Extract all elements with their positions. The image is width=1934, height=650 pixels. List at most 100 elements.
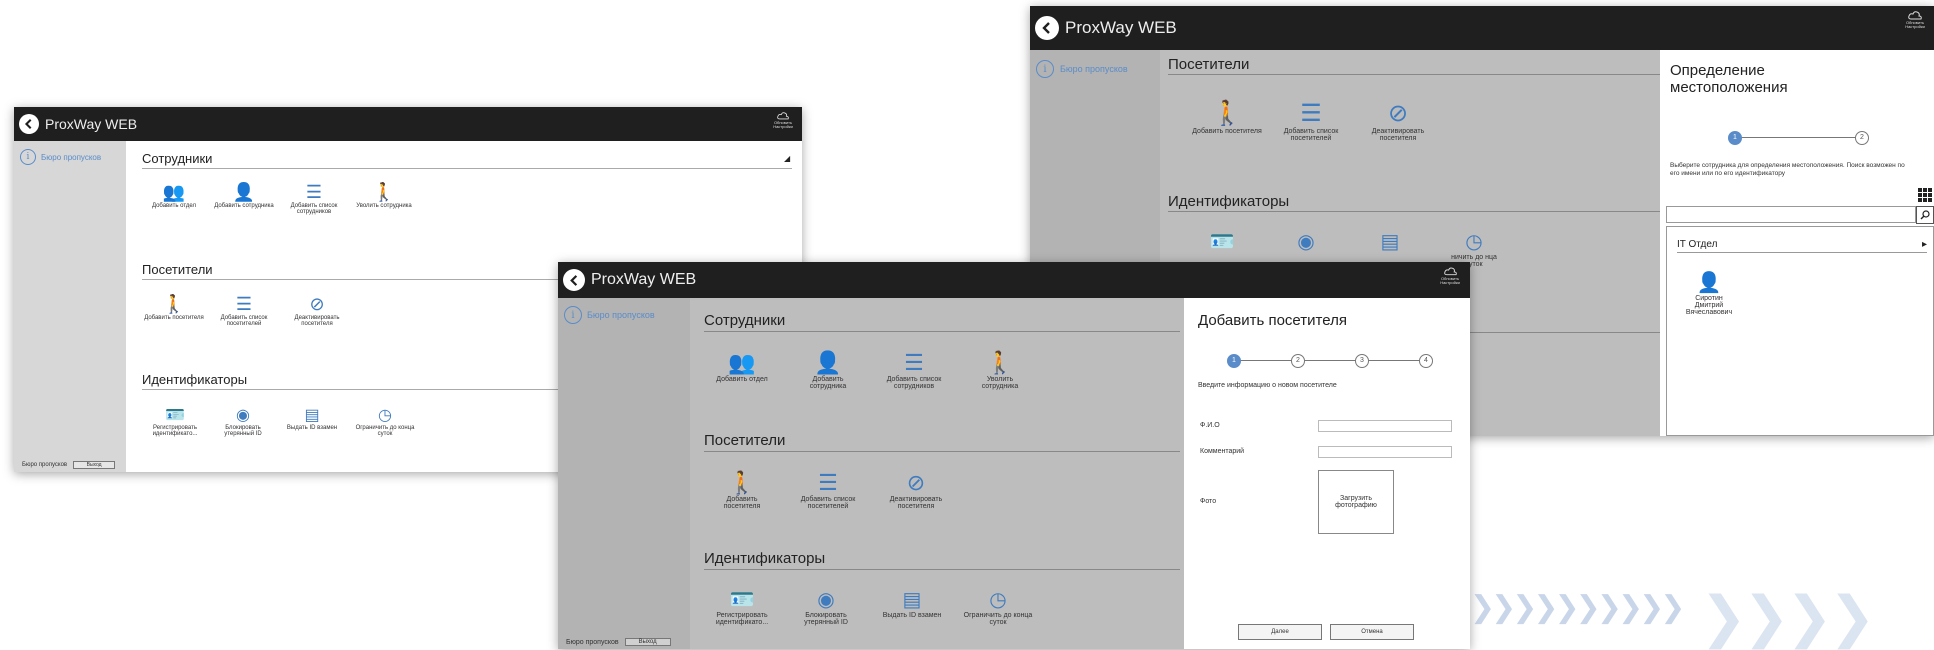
tile-register-id[interactable]: 🪪 [1190, 228, 1254, 254]
sidebar-footer: Бюро пропусков Выход [566, 638, 671, 646]
tile-label: Добавить посетителя [1192, 128, 1262, 135]
tile-time-limit[interactable]: ◷ Ограничить до конца суток [960, 586, 1036, 626]
tile-add-visitor[interactable]: 🚶 Добавить посетителя [1190, 98, 1264, 135]
tile-register-id[interactable]: 🪪 Регистрировать идентификато... [142, 403, 208, 437]
tile-dismiss-employee[interactable]: 🚶 Уволить сотрудника [354, 179, 414, 209]
comment-field[interactable] [1318, 446, 1452, 458]
sidebar: i Бюро пропусков Бюро пропусков Выход [558, 298, 690, 649]
name-label: Ф.И.О [1200, 422, 1220, 429]
logout-button[interactable]: Выход [73, 461, 116, 469]
tile-employee-list[interactable]: ☰ Добавить список сотрудников [284, 179, 344, 215]
issue-id-icon: ▤ [1380, 231, 1400, 253]
tile-deactivate-visitor[interactable]: ⊘ Деактивировать посетителя [1358, 98, 1438, 142]
search-input[interactable] [1666, 206, 1916, 223]
section-divider [1168, 74, 1688, 75]
sidebar-item-pass-office[interactable]: i Бюро пропусков [1036, 60, 1128, 78]
deactivate-visitor-icon: ⊘ [906, 470, 926, 495]
tile-visitor-list[interactable]: ☰ Добавить список посетителей [214, 291, 274, 327]
back-arrow-icon [1042, 22, 1050, 34]
back-arrow-icon [24, 118, 32, 130]
group-header[interactable]: IT Отдел ▸ [1677, 239, 1927, 253]
tile-add-visitor[interactable]: 🚶 Добавить посетителя [710, 466, 774, 510]
section-divider [704, 331, 1180, 332]
tile-label: Добавить отдел [151, 203, 197, 209]
section-identifiers-title: Идентификаторы [704, 550, 826, 567]
block-id-icon: ◉ [1297, 231, 1315, 253]
register-id-icon: 🪪 [1209, 231, 1235, 253]
visitor-list-icon: ☰ [1300, 100, 1322, 127]
sidebar-item-pass-office[interactable]: i Бюро пропусков [20, 149, 101, 165]
search-icon[interactable] [1916, 206, 1934, 224]
name-field[interactable] [1318, 420, 1452, 432]
update-button[interactable]: Обновить Настройки [770, 111, 796, 129]
tile-dismiss-employee[interactable]: 🚶 Уволить сотрудника [968, 346, 1032, 390]
tile-deactivate-visitor[interactable]: ⊘ Деактивировать посетителя [878, 466, 954, 510]
sidebar-item-pass-office[interactable]: i Бюро пропусков [564, 306, 655, 324]
update-label: Обновить Настройки [1440, 276, 1460, 285]
tile-time-limit[interactable]: ◷ Ограничить до конца суток [352, 403, 418, 437]
cloud-upload-icon [777, 112, 789, 120]
tile-label: Добавить отдел [716, 376, 768, 383]
tile-label: Уволить сотрудника [356, 203, 412, 209]
back-button[interactable] [1035, 16, 1059, 40]
person-icon: 👤 [1696, 272, 1722, 294]
sidebar-item-label: Бюро пропусков [41, 152, 102, 162]
section-divider [142, 168, 792, 169]
time-limit-icon: ◷ [989, 589, 1007, 611]
logout-button[interactable]: Выход [624, 638, 671, 646]
collapse-arrow-icon[interactable]: ◢ [784, 154, 790, 163]
tile-add-visitor[interactable]: 🚶 Добавить посетителя [144, 291, 204, 321]
update-button[interactable]: Обновить Настройки [1902, 10, 1928, 29]
update-button[interactable]: Обновить Настройки [1436, 266, 1464, 285]
department-icon: 👥 [728, 350, 756, 375]
tile-register-id[interactable]: 🪪 Регистрировать идентификато... [704, 586, 780, 626]
add-visitor-panel: Добавить посетителя 1 2 3 4 Введите инфо… [1184, 298, 1470, 649]
tile-deactivate-visitor[interactable]: ⊘ Деактивировать посетителя [284, 291, 350, 327]
sidebar-item-label: Бюро пропусков [587, 310, 655, 320]
sidebar: i Бюро пропусков Бюро пропусков Выход [14, 141, 126, 472]
photo-label: Фото [1200, 498, 1217, 505]
tile-label: Выдать ID взамен [286, 425, 338, 431]
tile-issue-id[interactable]: ▤ Выдать ID взамен [282, 403, 342, 431]
deactivate-visitor-icon: ⊘ [309, 294, 325, 314]
tile-visitor-list[interactable]: ☰ Добавить список посетителей [1274, 98, 1348, 142]
cloud-upload-icon [1443, 267, 1457, 276]
next-button[interactable]: Далее [1238, 624, 1322, 640]
tile-add-department[interactable]: 👥 Добавить отдел [710, 346, 774, 383]
tile-issue-id[interactable]: ▤ Выдать ID взамен [880, 586, 944, 619]
tile-label: Деактивировать посетителя [889, 496, 943, 510]
tile-block-id[interactable]: ◉ Блокировать утерянный ID [212, 403, 274, 437]
back-arrow-icon [569, 274, 577, 286]
grid-view-icon[interactable] [1918, 188, 1932, 202]
step-3: 3 [1355, 354, 1369, 368]
decorative-chevrons-large: ❯❯❯❯ [1700, 585, 1876, 650]
stepper-line [1234, 360, 1424, 361]
upload-photo-button[interactable]: Загрузить фотографию [1318, 470, 1394, 534]
tile-label: Уволить сотрудника [981, 376, 1019, 390]
issue-id-icon: ▤ [902, 589, 922, 611]
tile-block-id[interactable]: ◉ Блокировать утерянный ID [790, 586, 862, 626]
tile-add-employee[interactable]: 👤 Добавить сотрудника [214, 179, 274, 209]
add-employee-icon: 👤 [232, 182, 256, 202]
step-1: 1 [1728, 131, 1742, 145]
cancel-button[interactable]: Отмена [1330, 624, 1414, 640]
tile-add-department[interactable]: 👥 Добавить отдел [144, 179, 204, 209]
title-bar: ProxWay WEB Обновить Настройки [1030, 6, 1934, 50]
tile-employee-list[interactable]: ☰ Добавить список сотрудников [882, 346, 946, 390]
back-button[interactable] [563, 269, 585, 291]
tile-add-employee[interactable]: 👤 Добавить сотрудника [796, 346, 860, 390]
update-label: Обновить Настройки [1905, 20, 1925, 29]
locate-panel: Определение местоположения 1 2 Выберите … [1660, 50, 1934, 436]
upload-label: Загрузить фотографию [1335, 495, 1377, 509]
tile-issue-id[interactable]: ▤ [1358, 228, 1422, 254]
register-id-icon: 🪪 [729, 589, 755, 611]
title-bar: ProxWay WEB Обновить Настройки [14, 107, 802, 141]
locate-instruction: Выберите сотрудника для определения мест… [1670, 162, 1905, 177]
tile-label: Деактивировать посетителя [1371, 128, 1425, 142]
person-card[interactable]: 👤 Сиротин Дмитрий Вячеславович [1681, 269, 1737, 316]
tile-block-id[interactable]: ◉ [1274, 228, 1338, 254]
time-limit-icon: ◷ [1465, 231, 1483, 253]
tile-visitor-list[interactable]: ☰ Добавить список посетителей [796, 466, 860, 510]
visitor-list-icon: ☰ [235, 294, 253, 314]
back-button[interactable] [19, 114, 39, 134]
